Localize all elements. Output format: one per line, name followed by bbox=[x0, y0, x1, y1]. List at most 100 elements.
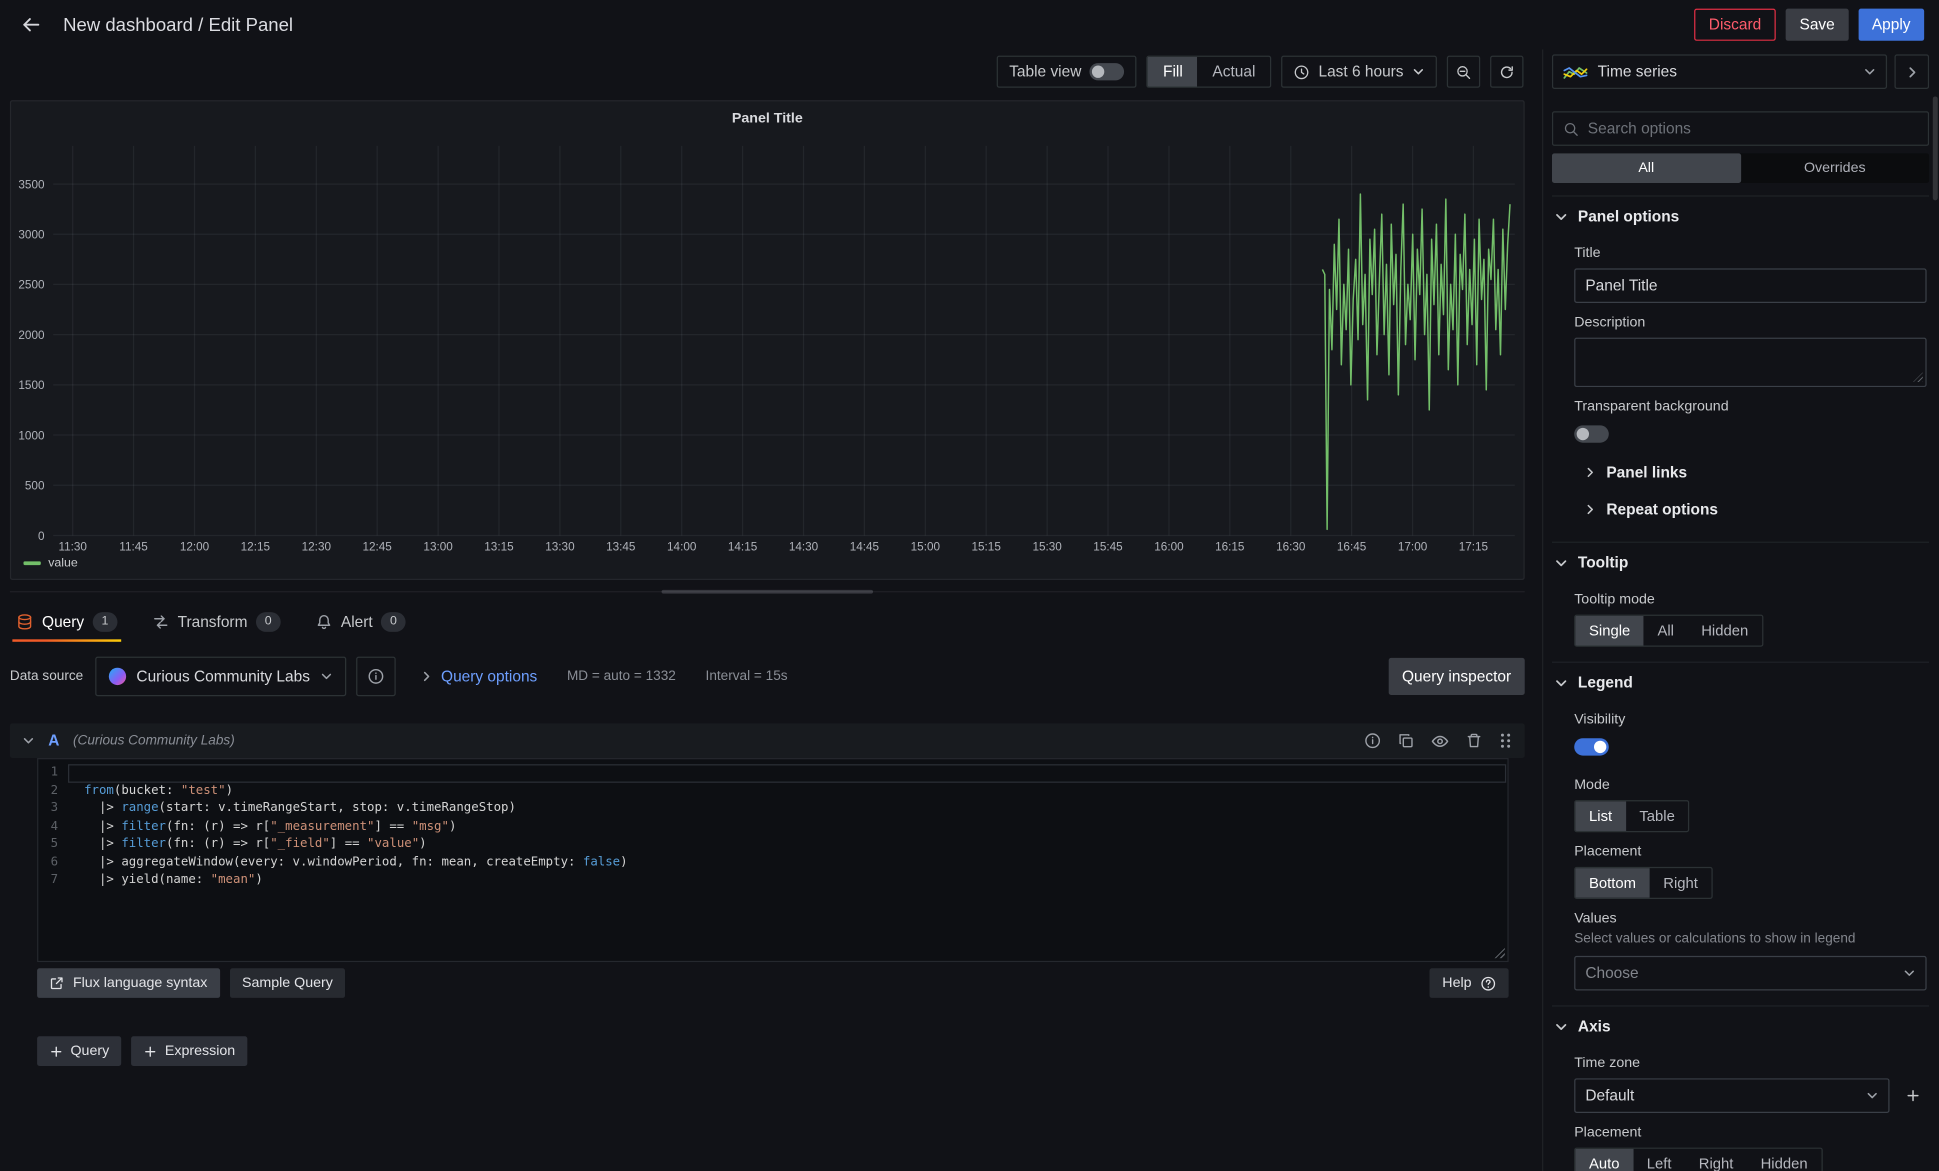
disable-query-button[interactable] bbox=[1431, 731, 1450, 750]
options-search-input[interactable] bbox=[1588, 120, 1918, 137]
table-view-toggle[interactable]: Table view bbox=[997, 56, 1137, 88]
editor-resize-grip[interactable] bbox=[1493, 946, 1505, 958]
tab-overrides[interactable]: Overrides bbox=[1741, 153, 1930, 183]
svg-text:14:00: 14:00 bbox=[667, 540, 697, 553]
legend-placement-right[interactable]: Right bbox=[1650, 868, 1712, 898]
chevron-down-icon bbox=[1554, 210, 1568, 224]
apply-button[interactable]: Apply bbox=[1858, 9, 1924, 41]
svg-text:11:45: 11:45 bbox=[119, 540, 148, 553]
datasource-help-button[interactable] bbox=[356, 657, 396, 697]
legend-placement-bottom[interactable]: Bottom bbox=[1575, 868, 1649, 898]
axis-placement-label: Placement bbox=[1574, 1125, 1926, 1140]
tab-alert-label: Alert bbox=[341, 613, 373, 630]
legend-visibility-switch[interactable] bbox=[1574, 738, 1609, 755]
chevron-down-icon bbox=[320, 670, 332, 682]
svg-text:13:00: 13:00 bbox=[423, 540, 453, 553]
datasource-picker[interactable]: Curious Community Labs bbox=[96, 657, 346, 697]
drag-query-handle[interactable] bbox=[1499, 732, 1513, 749]
svg-text:12:15: 12:15 bbox=[241, 540, 271, 553]
query-history-button[interactable] bbox=[1364, 732, 1381, 749]
tab-alert[interactable]: Alert 0 bbox=[311, 610, 409, 642]
tab-transform[interactable]: Transform 0 bbox=[148, 610, 284, 642]
legend-header[interactable]: Legend bbox=[1552, 665, 1929, 700]
svg-text:15:30: 15:30 bbox=[1032, 540, 1062, 553]
flux-code-editor[interactable]: 12from(bucket: "test")3 |> range(start: … bbox=[37, 758, 1509, 962]
page-title: New dashboard / Edit Panel bbox=[63, 14, 293, 35]
add-expression-button[interactable]: Expression bbox=[131, 1036, 247, 1066]
legend-mode-list[interactable]: List bbox=[1575, 801, 1625, 831]
query-ref-id: A bbox=[48, 732, 59, 749]
tooltip-mode-label: Tooltip mode bbox=[1574, 592, 1926, 607]
description-field-label: Description bbox=[1574, 315, 1926, 330]
collapse-options-button[interactable] bbox=[1894, 54, 1929, 89]
duplicate-query-button[interactable] bbox=[1397, 732, 1414, 749]
query-row-header[interactable]: A (Curious Community Labs) bbox=[10, 723, 1525, 758]
table-view-switch[interactable] bbox=[1090, 63, 1125, 80]
svg-text:12:45: 12:45 bbox=[362, 540, 392, 553]
panel-options-title: Panel options bbox=[1578, 208, 1679, 225]
help-button[interactable]: Help bbox=[1430, 968, 1509, 998]
tooltip-mode-single[interactable]: Single bbox=[1575, 616, 1643, 646]
axis-placement-left[interactable]: Left bbox=[1633, 1149, 1685, 1171]
time-range-picker[interactable]: Last 6 hours bbox=[1281, 56, 1437, 88]
legend-values-select[interactable]: Choose bbox=[1574, 956, 1926, 991]
axis-placement-auto[interactable]: Auto bbox=[1575, 1149, 1633, 1171]
query-inspector-button[interactable]: Query inspector bbox=[1388, 658, 1524, 695]
options-search[interactable] bbox=[1552, 111, 1929, 146]
add-query-button[interactable]: Query bbox=[37, 1036, 121, 1066]
tooltip-mode-group: Single All Hidden bbox=[1574, 615, 1763, 647]
legend-color-swatch bbox=[23, 561, 40, 565]
axis-placement-hidden[interactable]: Hidden bbox=[1747, 1149, 1821, 1171]
plus-icon bbox=[144, 1044, 158, 1058]
options-scrollbar[interactable] bbox=[1933, 96, 1938, 200]
visualization-picker[interactable]: Time series bbox=[1552, 54, 1887, 89]
svg-text:16:30: 16:30 bbox=[1276, 540, 1306, 553]
flux-syntax-button[interactable]: Flux language syntax bbox=[37, 968, 220, 998]
transform-icon bbox=[152, 613, 169, 630]
remove-query-button[interactable] bbox=[1465, 732, 1482, 749]
eye-icon bbox=[1431, 731, 1450, 750]
axis-placement-right[interactable]: Right bbox=[1685, 1149, 1747, 1171]
legend-mode-table[interactable]: Table bbox=[1626, 801, 1689, 831]
panel-title-input[interactable] bbox=[1574, 268, 1926, 303]
discard-button[interactable]: Discard bbox=[1694, 9, 1776, 41]
panel-resize-handle[interactable] bbox=[10, 589, 1525, 595]
repeat-options-label: Repeat options bbox=[1606, 501, 1718, 518]
table-view-label: Table view bbox=[1009, 63, 1081, 80]
axis-title: Axis bbox=[1578, 1018, 1611, 1035]
zoom-out-button[interactable] bbox=[1447, 56, 1480, 88]
tooltip-header[interactable]: Tooltip bbox=[1552, 545, 1929, 580]
panel-description-input[interactable] bbox=[1574, 338, 1926, 387]
tab-all[interactable]: All bbox=[1552, 153, 1741, 183]
timezone-select[interactable]: Default bbox=[1574, 1078, 1889, 1113]
actual-option[interactable]: Actual bbox=[1198, 57, 1271, 87]
transparent-background-switch[interactable] bbox=[1574, 425, 1609, 442]
svg-text:13:30: 13:30 bbox=[545, 540, 575, 553]
panel-options-header[interactable]: Panel options bbox=[1552, 199, 1929, 234]
axis-header[interactable]: Axis bbox=[1552, 1009, 1929, 1044]
svg-text:15:00: 15:00 bbox=[911, 540, 941, 553]
legend-placement-group: Bottom Right bbox=[1574, 867, 1713, 899]
chevron-right-icon bbox=[1584, 466, 1596, 478]
section-tooltip: Tooltip Tooltip mode Single All Hidden bbox=[1552, 542, 1929, 662]
sample-query-button[interactable]: Sample Query bbox=[230, 968, 346, 998]
section-repeat-options[interactable]: Repeat options bbox=[1552, 492, 1929, 527]
svg-text:1000: 1000 bbox=[18, 429, 45, 442]
collapse-query-chevron[interactable] bbox=[22, 735, 34, 747]
time-series-chart: 050010001500200025003000350011:3011:4512… bbox=[11, 134, 1523, 561]
add-timezone-button[interactable] bbox=[1899, 1082, 1926, 1109]
back-button[interactable] bbox=[15, 9, 47, 41]
section-panel-links[interactable]: Panel links bbox=[1552, 455, 1929, 490]
panel-preview[interactable]: Panel Title 0500100015002000250030003500… bbox=[10, 100, 1525, 580]
info-circle-icon bbox=[1364, 732, 1381, 749]
svg-text:14:15: 14:15 bbox=[728, 540, 758, 553]
refresh-button[interactable] bbox=[1490, 56, 1523, 88]
fill-option[interactable]: Fill bbox=[1148, 57, 1197, 87]
plus-icon bbox=[1906, 1088, 1921, 1103]
chart-legend[interactable]: value bbox=[23, 556, 77, 570]
tooltip-mode-all[interactable]: All bbox=[1644, 616, 1688, 646]
save-button[interactable]: Save bbox=[1786, 9, 1848, 41]
tab-query[interactable]: Query 1 bbox=[12, 610, 120, 642]
tooltip-mode-hidden[interactable]: Hidden bbox=[1688, 616, 1762, 646]
query-options-toggle[interactable]: Query options bbox=[420, 668, 537, 685]
